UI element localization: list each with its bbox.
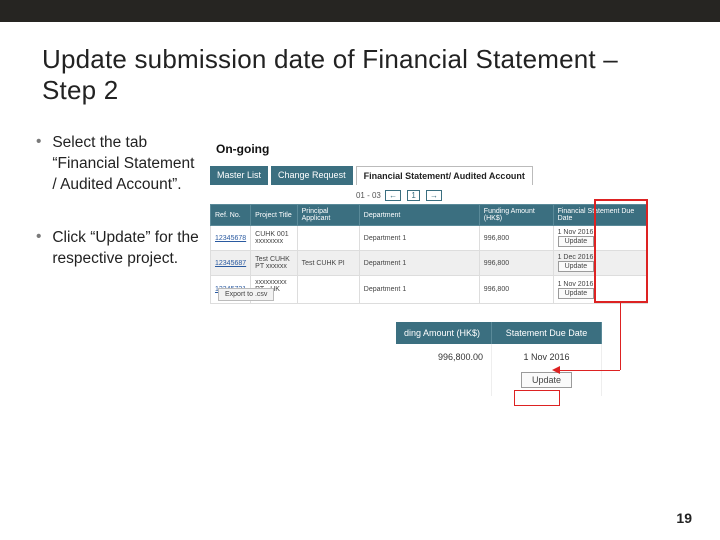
- callout-box-column: [594, 199, 648, 303]
- cell-dept: Department 1: [359, 276, 479, 304]
- section-heading: On-going: [216, 142, 650, 156]
- update-button-zoom[interactable]: Update: [521, 372, 572, 388]
- pager-range: 01 - 03: [356, 191, 381, 200]
- table-pager: 01 - 03 ← 1 →: [210, 190, 590, 201]
- zoom-due: 1 Nov 2016: [523, 352, 569, 362]
- bullet-item: • Select the tab “Financial Statement / …: [36, 133, 206, 196]
- cell-amount: 996,800: [479, 251, 553, 276]
- cell-pa: [297, 276, 359, 304]
- update-button[interactable]: Update: [558, 236, 595, 247]
- instruction-bullets: • Select the tab “Financial Statement / …: [36, 133, 206, 302]
- pager-prev[interactable]: ←: [385, 190, 401, 201]
- tab-master-list[interactable]: Master List: [210, 166, 268, 185]
- bullet-text: Select the tab “Financial Statement / Au…: [52, 133, 202, 196]
- cell-amount: 996,800: [479, 226, 553, 251]
- zoom-col-due: Statement Due Date: [492, 322, 602, 344]
- cell-dept: Department 1: [359, 226, 479, 251]
- cell-pa: [297, 226, 359, 251]
- callout-connector-v: [620, 303, 621, 370]
- projects-table: Ref. No. Project Title Principal Applica…: [210, 204, 648, 304]
- col-pa: Principal Applicant: [297, 205, 359, 226]
- page-number: 19: [676, 510, 692, 526]
- ref-link[interactable]: 12345687: [211, 251, 251, 276]
- update-button[interactable]: Update: [558, 288, 595, 299]
- tab-change-request[interactable]: Change Request: [271, 166, 353, 185]
- app-screenshot-zoom: ding Amount (HK$) Statement Due Date 996…: [396, 322, 646, 396]
- cell-title: Test CUHKPT xxxxxx: [251, 251, 297, 276]
- bullet-dot: •: [36, 133, 48, 151]
- bullet-text: Click “Update” for the respective projec…: [52, 228, 202, 270]
- zoom-col-amount: ding Amount (HK$): [396, 322, 492, 344]
- bullet-dot: •: [36, 228, 48, 246]
- tab-financial-statement[interactable]: Financial Statement/ Audited Account: [356, 166, 533, 185]
- tab-bar: Master List Change Request Financial Sta…: [210, 166, 650, 185]
- callout-connector-h: [560, 370, 620, 371]
- slide-title: Update submission date of Financial Stat…: [42, 44, 678, 106]
- callout-arrowhead-icon: [552, 366, 560, 374]
- callout-box-update: [514, 390, 560, 406]
- pager-next[interactable]: →: [426, 190, 442, 201]
- table-row: 12345721 xxxxxxxxxPT - HK 001 Department…: [211, 276, 648, 304]
- zoom-amount: 996,800.00: [396, 344, 492, 396]
- table-row: 12345687 Test CUHKPT xxxxxx Test CUHK PI…: [211, 251, 648, 276]
- zoom-header: ding Amount (HK$) Statement Due Date: [396, 322, 646, 344]
- pager-current: 1: [407, 190, 419, 201]
- cell-title: CUHK 001xxxxxxxx: [251, 226, 297, 251]
- col-title: Project Title: [251, 205, 297, 226]
- app-screenshot-main: On-going Master List Change Request Fina…: [210, 142, 650, 304]
- col-ref: Ref. No.: [211, 205, 251, 226]
- ref-link[interactable]: 12345678: [211, 226, 251, 251]
- slide-top-bar: [0, 0, 720, 22]
- col-dept: Department: [359, 205, 479, 226]
- cell-dept: Department 1: [359, 251, 479, 276]
- update-button[interactable]: Update: [558, 261, 595, 272]
- table-row: 12345678 CUHK 001xxxxxxxx Department 1 9…: [211, 226, 648, 251]
- bullet-item: • Click “Update” for the respective proj…: [36, 228, 206, 270]
- cell-amount: 996,800: [479, 276, 553, 304]
- col-amount: Funding Amount (HK$): [479, 205, 553, 226]
- export-button[interactable]: Export to .csv: [218, 288, 274, 301]
- cell-pa: Test CUHK PI: [297, 251, 359, 276]
